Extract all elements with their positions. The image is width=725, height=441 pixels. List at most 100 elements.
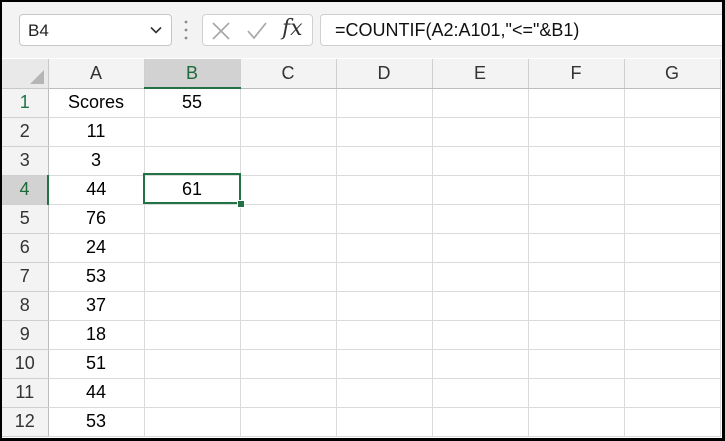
cell[interactable] <box>336 378 433 408</box>
cell[interactable] <box>528 117 625 147</box>
cell-b6[interactable] <box>144 233 241 263</box>
cell[interactable] <box>528 349 625 379</box>
cell[interactable] <box>432 378 529 408</box>
cell[interactable] <box>528 88 625 118</box>
column-header-g[interactable]: G <box>624 59 721 89</box>
cell[interactable] <box>432 320 529 350</box>
cell-a3[interactable]: 3 <box>48 146 145 176</box>
insert-function-icon[interactable]: fx <box>282 16 303 41</box>
cell[interactable] <box>624 88 721 118</box>
row-header[interactable]: 5 <box>2 204 49 234</box>
cell[interactable] <box>528 378 625 408</box>
cell-a6[interactable]: 24 <box>48 233 145 263</box>
row-header[interactable]: 3 <box>2 146 49 176</box>
enter-check-icon[interactable] <box>246 20 268 42</box>
cell-a12[interactable]: 53 <box>48 407 145 437</box>
row-header[interactable]: 10 <box>2 349 49 379</box>
cell[interactable] <box>336 407 433 437</box>
cell[interactable] <box>432 233 529 263</box>
cell[interactable] <box>432 117 529 147</box>
cell-b7[interactable] <box>144 262 241 292</box>
cell[interactable] <box>624 117 721 147</box>
cell[interactable] <box>624 291 721 321</box>
cell-b10[interactable] <box>144 349 241 379</box>
cell[interactable] <box>624 407 721 437</box>
cell-a2[interactable]: 11 <box>48 117 145 147</box>
select-all-corner[interactable] <box>2 59 49 89</box>
cell[interactable] <box>336 88 433 118</box>
cell-b2[interactable] <box>144 117 241 147</box>
cell-b9[interactable] <box>144 320 241 350</box>
cell[interactable] <box>624 378 721 408</box>
cell-a11[interactable]: 44 <box>48 378 145 408</box>
column-header-a[interactable]: A <box>48 59 145 89</box>
cell[interactable] <box>624 320 721 350</box>
name-box[interactable]: B4 <box>19 14 172 46</box>
cell-b3[interactable] <box>144 146 241 176</box>
row-header[interactable]: 8 <box>2 291 49 321</box>
chevron-down-icon[interactable] <box>149 23 163 37</box>
cell[interactable] <box>624 146 721 176</box>
cell[interactable] <box>336 349 433 379</box>
cell-b4[interactable]: 61 <box>144 175 241 205</box>
cell[interactable] <box>240 262 337 292</box>
cell-a1[interactable]: Scores <box>48 88 145 118</box>
cell-b5[interactable] <box>144 204 241 234</box>
cell[interactable] <box>432 204 529 234</box>
cell[interactable] <box>240 204 337 234</box>
cell[interactable] <box>432 88 529 118</box>
cell[interactable] <box>240 175 337 205</box>
cell[interactable] <box>336 320 433 350</box>
cell[interactable] <box>432 262 529 292</box>
cell[interactable] <box>336 146 433 176</box>
cell[interactable] <box>528 407 625 437</box>
row-header[interactable]: 4 <box>2 175 49 205</box>
cell[interactable] <box>240 117 337 147</box>
cell[interactable] <box>528 320 625 350</box>
cell-a10[interactable]: 51 <box>48 349 145 379</box>
fill-handle[interactable] <box>237 200 245 208</box>
row-header[interactable]: 7 <box>2 262 49 292</box>
cell[interactable] <box>336 291 433 321</box>
cell-a7[interactable]: 53 <box>48 262 145 292</box>
cell[interactable] <box>528 146 625 176</box>
cell[interactable] <box>528 175 625 205</box>
row-header[interactable]: 11 <box>2 378 49 408</box>
cell[interactable] <box>624 175 721 205</box>
cell[interactable] <box>240 349 337 379</box>
cell[interactable] <box>432 349 529 379</box>
cell[interactable] <box>624 204 721 234</box>
formula-input[interactable]: =COUNTIF(A2:A101,"<="&B1) <box>320 14 722 46</box>
row-header[interactable]: 9 <box>2 320 49 350</box>
cell[interactable] <box>240 407 337 437</box>
cell-b1[interactable]: 55 <box>144 88 241 118</box>
column-header-d[interactable]: D <box>336 59 433 89</box>
cell[interactable] <box>624 262 721 292</box>
cell[interactable] <box>432 407 529 437</box>
column-header-b[interactable]: B <box>144 59 241 89</box>
cell[interactable] <box>240 378 337 408</box>
column-header-f[interactable]: F <box>528 59 625 89</box>
cell[interactable] <box>240 233 337 263</box>
row-header[interactable]: 1 <box>2 88 49 118</box>
row-header[interactable]: 2 <box>2 117 49 147</box>
cell[interactable] <box>432 146 529 176</box>
column-header-e[interactable]: E <box>432 59 529 89</box>
cell[interactable] <box>528 204 625 234</box>
cell-a4[interactable]: 44 <box>48 175 145 205</box>
cell-b11[interactable] <box>144 378 241 408</box>
cell[interactable] <box>624 233 721 263</box>
cell[interactable] <box>336 233 433 263</box>
row-header[interactable]: 12 <box>2 407 49 437</box>
cell[interactable] <box>528 233 625 263</box>
cell-b8[interactable] <box>144 291 241 321</box>
cell[interactable] <box>432 291 529 321</box>
cell[interactable] <box>624 349 721 379</box>
cell-a9[interactable]: 18 <box>48 320 145 350</box>
row-header[interactable]: 6 <box>2 233 49 263</box>
column-header-c[interactable]: C <box>240 59 337 89</box>
cell-a5[interactable]: 76 <box>48 204 145 234</box>
cell[interactable] <box>336 262 433 292</box>
cell[interactable] <box>336 204 433 234</box>
cell-b12[interactable] <box>144 407 241 437</box>
